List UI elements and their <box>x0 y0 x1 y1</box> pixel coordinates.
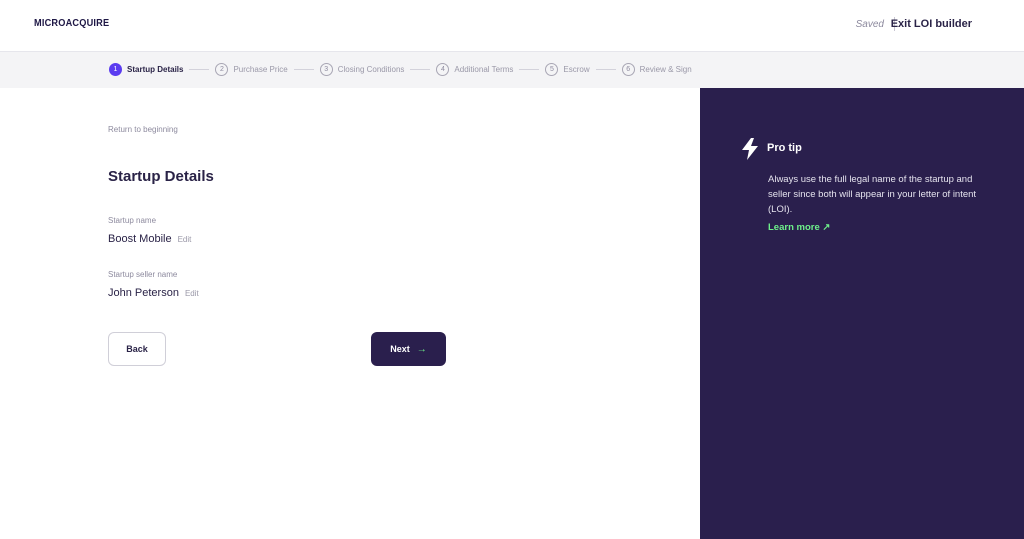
startup-name-value: Boost Mobile <box>108 233 172 245</box>
step-startup-details[interactable]: 1 Startup Details <box>109 63 183 76</box>
top-bar: MICROACQUIRE Saved Exit LOI builder <box>0 0 1024 52</box>
arrow-right-icon: → <box>416 343 427 355</box>
step-connector <box>410 69 431 70</box>
step-label: Closing Conditions <box>337 65 405 74</box>
step-escrow[interactable]: 5 Escrow <box>545 63 590 76</box>
next-button-label: Next <box>390 344 410 354</box>
step-label: Startup Details <box>127 65 184 74</box>
exit-loi-builder-link[interactable]: Exit LOI builder <box>891 18 972 30</box>
stepper: 1 Startup Details 2 Purchase Price 3 Clo… <box>109 63 692 76</box>
step-connector <box>293 69 314 70</box>
saved-status: Saved <box>855 19 884 30</box>
step-number: 5 <box>545 63 559 76</box>
seller-name-row: John Peterson Edit <box>108 287 199 299</box>
pro-tip-panel: Pro tip Always use the full legal name o… <box>700 88 1024 539</box>
edit-startup-name-link[interactable]: Edit <box>178 235 192 244</box>
pro-tip-text: Always use the full legal name of the st… <box>768 174 977 215</box>
startup-name-label: Startup name <box>108 216 157 225</box>
steps-bar: 1 Startup Details 2 Purchase Price 3 Clo… <box>0 52 1024 88</box>
step-number: 1 <box>109 63 122 76</box>
step-review-sign[interactable]: 6 Review & Sign <box>621 63 692 76</box>
edit-seller-name-link[interactable]: Edit <box>185 289 199 298</box>
startup-name-row: Boost Mobile Edit <box>108 233 191 245</box>
step-label: Purchase Price <box>233 65 288 74</box>
step-connector <box>189 69 210 70</box>
step-additional-terms[interactable]: 4 Additional Terms <box>436 63 513 76</box>
step-number: 4 <box>436 63 450 76</box>
return-to-beginning-link[interactable]: Return to beginning <box>108 125 178 134</box>
step-label: Escrow <box>563 65 590 74</box>
step-number: 2 <box>215 63 229 76</box>
step-closing-conditions[interactable]: 3 Closing Conditions <box>319 63 405 76</box>
lightning-bolt-icon <box>742 138 758 160</box>
step-purchase-price[interactable]: 2 Purchase Price <box>215 63 288 76</box>
page-title: Startup Details <box>108 168 214 185</box>
seller-name-value: John Peterson <box>108 287 179 299</box>
main-panel: Return to beginning Startup Details Star… <box>0 88 700 539</box>
pro-tip-title: Pro tip <box>767 142 802 154</box>
seller-name-label: Startup seller name <box>108 270 178 279</box>
next-button[interactable]: Next → <box>371 332 446 366</box>
step-label: Review & Sign <box>639 65 692 74</box>
back-button[interactable]: Back <box>108 332 166 366</box>
logo: MICROACQUIRE <box>34 18 110 29</box>
step-label: Additional Terms <box>454 65 514 74</box>
step-connector <box>595 69 616 70</box>
step-number: 3 <box>319 63 333 76</box>
step-connector <box>519 69 540 70</box>
learn-more-link[interactable]: Learn more ↗ <box>768 222 830 233</box>
step-number: 6 <box>621 63 635 76</box>
